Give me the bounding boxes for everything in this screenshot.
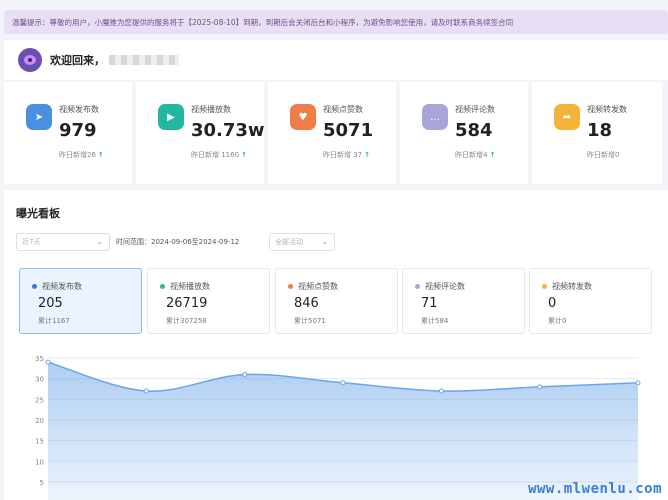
stat-value: 979 (59, 120, 97, 141)
metric-label: 视频评论数 (425, 282, 465, 291)
stat-label: 视频播放数 (191, 105, 231, 114)
metric-total: 累计0 (548, 317, 567, 325)
data-point[interactable] (635, 380, 641, 386)
stat-sub: 昨日新增4 ↑ (455, 150, 495, 160)
metric-title: 视频评论数 (415, 281, 465, 292)
up-arrow-icon: ↑ (241, 151, 247, 159)
metric-title: 视频点赞数 (288, 281, 338, 292)
expiry-notice-banner: 温馨提示：尊敬的用户，小魔推为您提供的服务将于【2025-08-10】到期，到期… (4, 10, 668, 34)
stat-value: 30.73w (191, 120, 265, 141)
metric-total: 累计1167 (38, 317, 70, 325)
metric-label: 视频转发数 (552, 282, 592, 291)
exposure-area-chart: 35 30 25 20 15 10 5 (35, 355, 641, 500)
stat-sub-text: 昨日新增26 (59, 151, 96, 159)
stat-value: 584 (455, 120, 493, 141)
metric-total: 累计584 (421, 317, 449, 325)
metric-title: 视频播放数 (160, 281, 210, 292)
y-tick-label: 10 (35, 458, 44, 466)
stat-sub-text: 昨日新增0 (587, 151, 620, 159)
stat-label: 视频评论数 (455, 105, 495, 114)
metric-value: 26719 (166, 296, 208, 311)
metric-value: 205 (38, 296, 63, 311)
stat-sub-text: 昨日新增4 (455, 151, 488, 159)
stat-sub: 昨日新增0 (587, 150, 621, 160)
metric-card-publish[interactable]: 视频发布数 205 累计1167 (19, 268, 142, 334)
stat-card-comment: … 视频评论数 584 昨日新增4 ↑ (400, 82, 528, 184)
stat-value: 18 (587, 120, 613, 141)
stat-sub: 昨日新增26 ↑ (59, 150, 104, 160)
stat-card-play: ▶ 视频播放数 30.73w 昨日新增 1160 ↑ (136, 82, 265, 184)
metric-card-play[interactable]: 视频播放数 26719 累计307258 (147, 268, 270, 334)
data-point[interactable] (537, 384, 543, 390)
dot-icon (160, 284, 165, 289)
exposure-board: 曝光看板 近7天 ⌄ 时间范围：2024-09-06至2024-09-12 全部… (4, 190, 668, 500)
metric-card-comment[interactable]: 视频评论数 71 累计584 (402, 268, 525, 334)
y-tick-label: 30 (35, 376, 44, 384)
stat-value: 5071 (323, 120, 374, 141)
up-arrow-icon: ↑ (364, 151, 371, 159)
data-point[interactable] (143, 388, 149, 394)
up-arrow-icon: ↑ (97, 151, 104, 159)
stat-sub: 昨日新增 37 ↑ (323, 150, 370, 160)
y-tick-label: 25 (35, 396, 44, 404)
period-select[interactable]: 近7天 ⌄ (16, 233, 110, 251)
site-watermark: www.mlwenlu.com (528, 481, 662, 497)
metric-total: 累计307258 (166, 317, 207, 325)
play-icon: ▶ (158, 104, 184, 130)
stat-card-like: ♥ 视频点赞数 5071 昨日新增 37 ↑ (268, 82, 396, 184)
summary-stats: ➤ 视频发布数 979 昨日新增26 ↑ ▶ 视频播放数 30.73w 昨日新增 … (4, 82, 668, 184)
welcome-greeting: 欢迎回来， (50, 54, 105, 67)
y-tick-label: 15 (35, 438, 44, 446)
up-arrow-icon: ↑ (489, 151, 496, 159)
dot-icon (415, 284, 420, 289)
avatar (18, 48, 42, 72)
activity-select-value: 全部活动 (275, 238, 303, 246)
y-tick-label: 35 (35, 355, 44, 363)
comment-icon: … (422, 104, 448, 130)
stat-sub: 昨日新增 1160 ↑ (191, 150, 247, 160)
metric-value: 846 (294, 296, 319, 311)
stat-card-share: ➦ 视频转发数 18 昨日新增0 (532, 82, 662, 184)
stat-sub-text: 昨日新增 37 (323, 151, 363, 159)
activity-select[interactable]: 全部活动 ⌄ (269, 233, 335, 251)
stat-sub-text: 昨日新增 1160 (191, 151, 240, 159)
y-tick-label: 5 (40, 479, 44, 487)
metric-total: 累计5071 (294, 317, 326, 325)
data-point[interactable] (340, 380, 346, 386)
board-title: 曝光看板 (16, 207, 60, 220)
dot-icon (32, 284, 37, 289)
stat-label: 视频点赞数 (323, 105, 363, 114)
welcome-bar: 欢迎回来， (4, 40, 668, 80)
like-icon: ♥ (290, 104, 316, 130)
data-point[interactable] (242, 372, 248, 378)
send-icon: ➤ (26, 104, 52, 130)
data-point[interactable] (45, 359, 51, 365)
metric-label: 视频发布数 (42, 282, 82, 291)
share-icon: ➦ (554, 104, 580, 130)
metric-title: 视频转发数 (542, 281, 592, 292)
metric-value: 0 (548, 296, 557, 311)
stat-card-publish: ➤ 视频发布数 979 昨日新增26 ↑ (4, 82, 132, 184)
metric-label: 视频播放数 (170, 282, 210, 291)
chevron-down-icon: ⌄ (321, 237, 328, 246)
metric-card-like[interactable]: 视频点赞数 846 累计5071 (275, 268, 398, 334)
stat-label: 视频发布数 (59, 105, 99, 114)
dot-icon (542, 284, 547, 289)
dot-icon (288, 284, 293, 289)
metric-label: 视频点赞数 (298, 282, 338, 291)
metric-title: 视频发布数 (32, 281, 82, 292)
metric-card-share[interactable]: 视频转发数 0 累计0 (529, 268, 652, 334)
period-select-value: 近7天 (22, 238, 41, 246)
data-point[interactable] (438, 388, 444, 394)
stat-label: 视频转发数 (587, 105, 627, 114)
notice-text: 温馨提示：尊敬的用户，小魔推为您提供的服务将于【2025-08-10】到期，到期… (12, 17, 514, 27)
y-tick-label: 20 (35, 417, 44, 425)
date-range-label: 时间范围：2024-09-06至2024-09-12 (116, 238, 240, 246)
metric-value: 71 (421, 296, 438, 311)
chevron-down-icon: ⌄ (96, 237, 103, 246)
username-mask (109, 55, 179, 65)
